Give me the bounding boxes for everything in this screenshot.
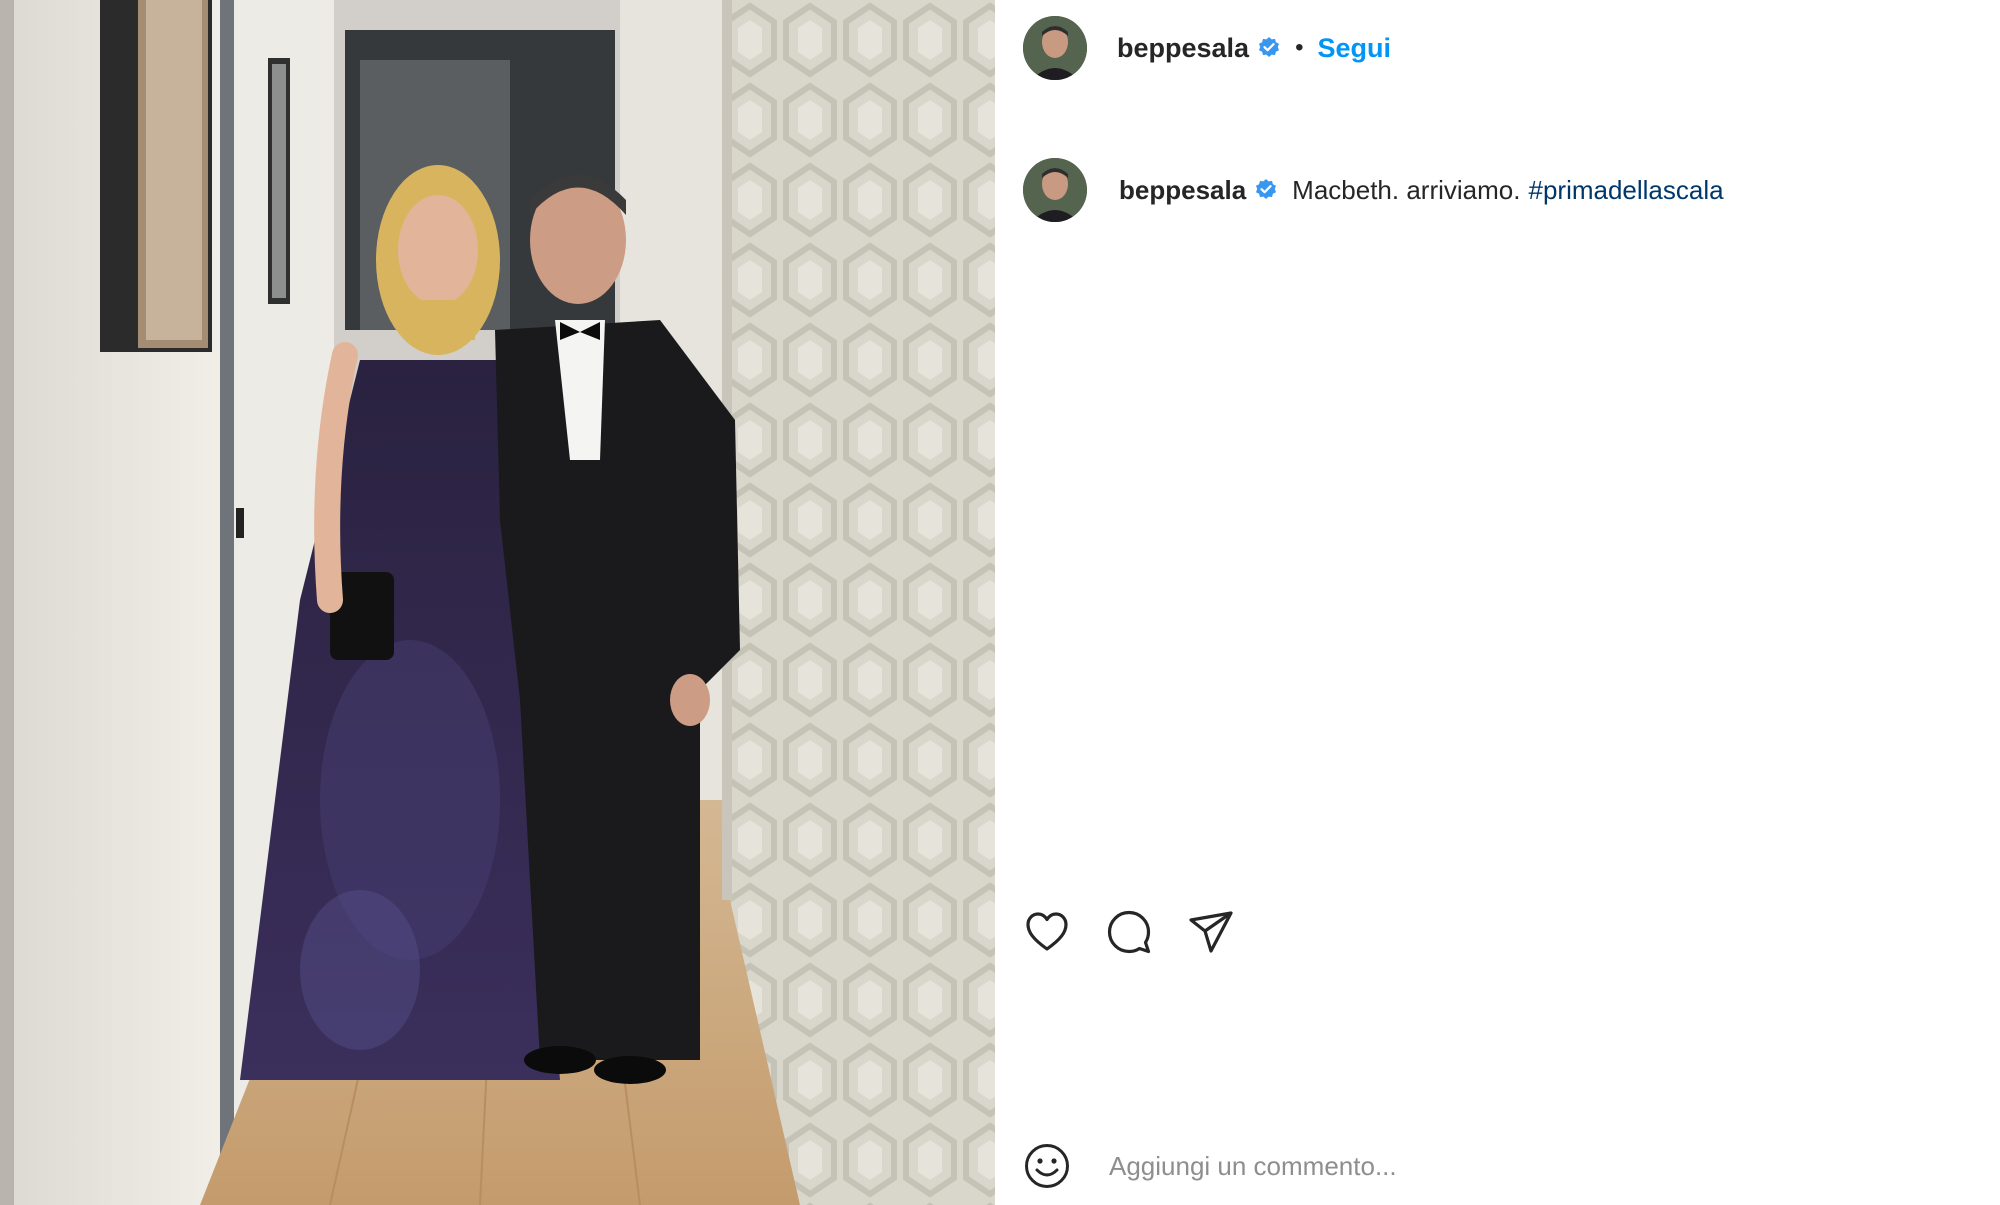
instagram-post: beppesala • Segui beppesala Macbeth. arr…: [0, 0, 2000, 1205]
caption: beppesala Macbeth. arriviamo. #primadell…: [1023, 158, 1724, 222]
smiley-icon: [1025, 1144, 1069, 1188]
comment-button[interactable]: [1105, 908, 1153, 956]
verified-badge-icon: [1256, 179, 1277, 199]
heart-icon: [1026, 912, 1068, 951]
author-avatar[interactable]: [1023, 16, 1087, 80]
caption-message: Macbeth. arriviamo.: [1292, 174, 1521, 205]
emoji-button[interactable]: [1023, 1142, 1071, 1190]
couple-in-hallway-photo: [0, 0, 995, 1205]
post-photo[interactable]: [0, 0, 995, 1205]
like-button[interactable]: [1023, 908, 1071, 956]
caption-text: beppesala Macbeth. arriviamo. #primadell…: [1119, 175, 1724, 206]
caption-username[interactable]: beppesala: [1119, 175, 1246, 206]
post-header: beppesala • Segui: [1023, 16, 1391, 80]
caption-avatar[interactable]: [1023, 158, 1087, 222]
action-bar: [1023, 908, 1235, 956]
separator-dot: •: [1295, 34, 1304, 61]
post-sidebar: beppesala • Segui beppesala Macbeth. arr…: [995, 0, 2000, 1205]
comment-input[interactable]: [1107, 1149, 1911, 1183]
follow-button[interactable]: Segui: [1317, 33, 1391, 64]
avatar-image: [1023, 16, 1087, 80]
add-comment-bar: [1023, 1142, 1911, 1190]
caption-hashtag[interactable]: #primadellascala: [1528, 175, 1723, 206]
avatar-image: [1023, 158, 1087, 222]
author-username[interactable]: beppesala: [1117, 33, 1249, 64]
verified-badge-icon: [1259, 37, 1280, 57]
share-button[interactable]: [1187, 908, 1235, 956]
comment-icon: [1107, 910, 1151, 954]
paper-plane-icon: [1189, 911, 1233, 953]
